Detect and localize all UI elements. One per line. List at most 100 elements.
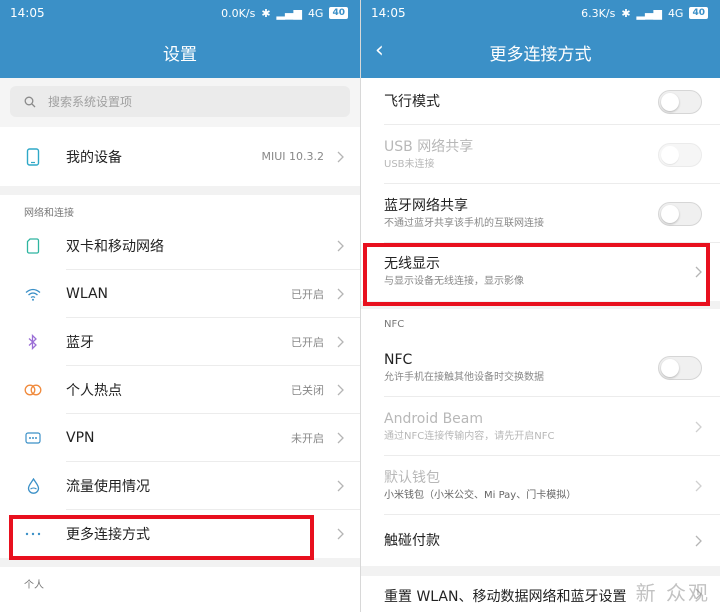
bluetooth-tethering-toggle[interactable] <box>658 201 702 226</box>
network-type: 4G <box>307 6 324 20</box>
settings-screen: 14:05 0.0K/s ✱ ▂▄▆ 4G 40 设置 搜索系统设置项 我的设备… <box>0 0 360 612</box>
wireless-display-item[interactable]: 无线显示 与显示设备无线连接，显示影像 <box>361 243 720 301</box>
chevron-right-icon <box>337 528 344 540</box>
usb-tethering-item[interactable]: USB 网络共享 USB未连接 <box>361 125 720 184</box>
bluetooth-value: 已开启 <box>291 336 324 349</box>
chevron-right-icon <box>695 480 702 491</box>
nfc-subtitle: 允许手机在接触其他设备时交换数据 <box>384 371 544 383</box>
more-connections-screen: 14:05 6.3K/s ✱ ▂▄▆ 4G 40 ‹ 更多连接方式 飞行模式 U… <box>361 0 720 612</box>
bluetooth-tethering-item[interactable]: 蓝牙网络共享 不通过蓝牙共享该手机的互联网连接 <box>361 184 720 243</box>
bluetooth-label: 蓝牙 <box>66 335 94 351</box>
search-icon <box>24 96 36 107</box>
vpn-icon <box>24 429 42 447</box>
wifi-icon <box>24 285 42 303</box>
chevron-right-icon <box>337 432 344 444</box>
search-input[interactable]: 搜索系统设置项 <box>10 86 350 117</box>
page-title: 设置 <box>0 26 360 78</box>
sidebar-item-data-usage[interactable]: 流量使用情况 <box>0 462 360 510</box>
search-bar-container: 搜索系统设置项 <box>0 78 360 127</box>
hotspot-icon <box>24 381 42 399</box>
nfc-toggle[interactable] <box>658 355 702 380</box>
usb-tethering-label: USB 网络共享 <box>384 138 474 155</box>
section-header-network: 网络和连接 <box>0 195 360 222</box>
usb-tethering-subtitle: USB未连接 <box>384 158 435 170</box>
airplane-mode-item[interactable]: 飞行模式 <box>361 78 720 125</box>
signal-icon: ▂▄▆ <box>636 6 662 20</box>
my-device-label: 我的设备 <box>66 149 122 166</box>
data-usage-label: 流量使用情况 <box>66 479 150 495</box>
vpn-label: VPN <box>66 430 95 446</box>
chevron-right-icon <box>337 480 344 492</box>
chevron-right-icon <box>337 151 344 162</box>
page-title: ‹ 更多连接方式 <box>361 26 720 78</box>
chevron-right-icon <box>337 288 344 300</box>
water-drop-icon <box>24 477 42 495</box>
watermark-text: 新 众观 <box>635 581 710 605</box>
dual-sim-label: 双卡和移动网络 <box>66 239 164 255</box>
android-beam-subtitle: 通过NFC连接传输内容，请先开启NFC <box>384 430 555 442</box>
status-bar: 14:05 6.3K/s ✱ ▂▄▆ 4G 40 <box>361 0 720 26</box>
default-wallet-label: 默认钱包 <box>384 469 440 486</box>
nfc-label: NFC <box>384 351 413 368</box>
chevron-right-icon <box>695 266 702 278</box>
chevron-right-icon <box>337 384 344 396</box>
sidebar-item-wlan[interactable]: WLAN 已开启 <box>0 270 360 318</box>
airplane-mode-toggle[interactable] <box>658 89 702 114</box>
status-bar: 14:05 0.0K/s ✱ ▂▄▆ 4G 40 <box>0 0 360 26</box>
sidebar-item-more-connections[interactable]: 更多连接方式 <box>0 510 360 558</box>
section-header-personal: 个人 <box>0 567 360 594</box>
more-dots-icon <box>24 525 42 543</box>
my-device-item[interactable]: 我的设备 MIUI 10.3.2 <box>0 127 360 186</box>
network-speed: 0.0K/s <box>221 6 256 20</box>
bluetooth-status-icon: ✱ <box>621 6 631 20</box>
sidebar-item-dual-sim[interactable]: 双卡和移动网络 <box>0 222 360 270</box>
airplane-mode-label: 飞行模式 <box>384 93 440 110</box>
status-time: 14:05 <box>10 6 45 20</box>
hotspot-value: 已关闭 <box>291 384 324 397</box>
nfc-item[interactable]: NFC 允许手机在接触其他设备时交换数据 <box>361 338 720 397</box>
tap-to-pay-label: 触碰付款 <box>384 532 440 549</box>
chevron-right-icon <box>695 421 702 432</box>
signal-icon: ▂▄▆ <box>276 6 302 20</box>
android-beam-item[interactable]: Android Beam 通过NFC连接传输内容，请先开启NFC <box>361 397 720 456</box>
tap-to-pay-item[interactable]: 触碰付款 <box>361 515 720 566</box>
sidebar-item-vpn[interactable]: VPN 未开启 <box>0 414 360 462</box>
section-divider <box>0 186 360 195</box>
phone-icon <box>24 147 42 166</box>
bluetooth-tethering-label: 蓝牙网络共享 <box>384 197 468 214</box>
section-divider <box>361 301 720 309</box>
sim-card-icon <box>24 237 42 255</box>
section-header-nfc: NFC <box>361 309 720 338</box>
chevron-right-icon <box>337 240 344 252</box>
default-wallet-item[interactable]: 默认钱包 小米钱包（小米公交、Mi Pay、门卡模拟） <box>361 456 720 515</box>
sidebar-item-bluetooth[interactable]: 蓝牙 已开启 <box>0 318 360 366</box>
bluetooth-status-icon: ✱ <box>261 6 271 20</box>
chevron-right-icon <box>695 535 702 546</box>
hotspot-label: 个人热点 <box>66 383 122 399</box>
network-speed: 6.3K/s <box>581 6 616 20</box>
section-divider <box>361 566 720 576</box>
network-type: 4G <box>667 6 684 20</box>
vpn-value: 未开启 <box>291 432 324 445</box>
bluetooth-icon <box>24 333 42 351</box>
wireless-display-label: 无线显示 <box>384 256 440 272</box>
more-connections-label: 更多连接方式 <box>66 527 150 543</box>
default-wallet-subtitle: 小米钱包（小米公交、Mi Pay、门卡模拟） <box>384 489 577 501</box>
chevron-right-icon <box>337 336 344 348</box>
wlan-label: WLAN <box>66 286 109 302</box>
page-title-text: 更多连接方式 <box>489 44 592 65</box>
battery-icon: 40 <box>329 7 348 19</box>
wlan-value: 已开启 <box>291 288 324 301</box>
bluetooth-tethering-subtitle: 不通过蓝牙共享该手机的互联网连接 <box>384 217 544 229</box>
back-arrow-icon[interactable]: ‹ <box>375 38 384 64</box>
page-title-text: 设置 <box>163 44 197 65</box>
search-placeholder: 搜索系统设置项 <box>48 95 133 109</box>
android-beam-label: Android Beam <box>384 410 484 427</box>
usb-tethering-toggle[interactable] <box>658 142 702 167</box>
battery-icon: 40 <box>689 7 708 19</box>
my-device-value: MIUI 10.3.2 <box>261 150 324 163</box>
wireless-display-subtitle: 与显示设备无线连接，显示影像 <box>384 276 524 287</box>
section-divider <box>0 558 360 567</box>
status-time: 14:05 <box>371 6 406 20</box>
sidebar-item-hotspot[interactable]: 个人热点 已关闭 <box>0 366 360 414</box>
